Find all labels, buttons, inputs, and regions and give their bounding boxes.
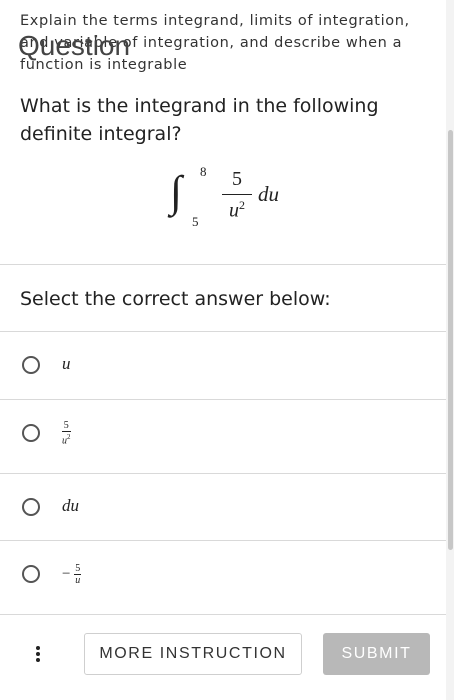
section-label: Question [18,30,131,61]
scrollbar[interactable] [446,0,454,700]
question-prompt: What is the integrand in the following d… [20,95,379,145]
integral-sign: ∫ [170,167,183,216]
integrand-numerator: 5 [232,168,242,190]
divider [0,264,446,265]
lower-limit: 5 [192,214,199,229]
radio-button[interactable] [22,565,40,583]
answer-option-1[interactable]: u [0,332,446,398]
upper-limit: 8 [200,164,207,179]
scroll-thumb[interactable] [448,130,453,550]
more-options-icon[interactable] [34,644,42,666]
option-label: − 5u [62,563,82,586]
radio-button[interactable] [22,424,40,442]
divider [0,614,446,615]
select-instruction: Select the correct answer below: [20,288,331,310]
answer-option-3[interactable]: du [0,474,446,540]
integrand-denominator: u2 [229,198,245,222]
submit-button[interactable]: SUBMIT [323,633,430,675]
answer-option-4[interactable]: − 5u [0,541,446,613]
header: Explain the terms integrand, limits of i… [18,10,430,73]
differential: du [258,182,279,206]
option-label: u [62,354,71,373]
radio-button[interactable] [22,498,40,516]
option-label: 5 u2 [62,420,71,447]
definite-integral: ∫ 8 5 5 u2 du [170,162,310,232]
fraction-bar [222,194,252,195]
more-instruction-button[interactable]: MORE INSTRUCTION [84,633,302,675]
answer-option-2[interactable]: 5 u2 [0,400,446,472]
radio-button[interactable] [22,356,40,374]
option-label: du [62,496,79,515]
question-panel: Explain the terms integrand, limits of i… [0,0,447,700]
